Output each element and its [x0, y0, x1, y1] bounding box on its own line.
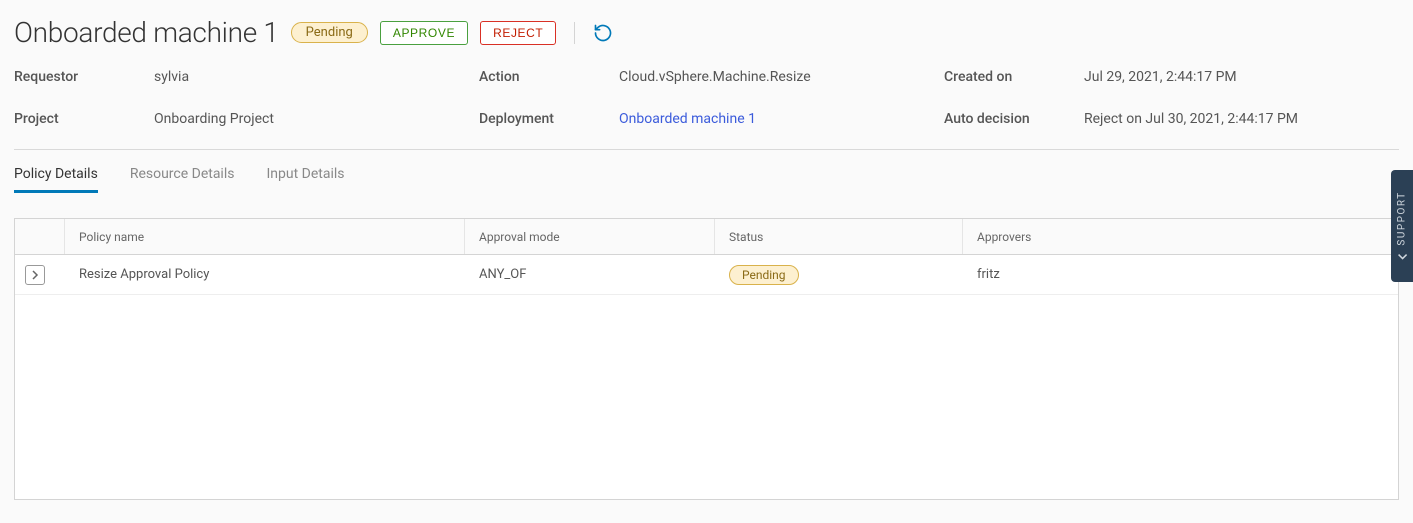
- chevron-right-icon: [30, 270, 40, 280]
- created-value: Jul 29, 2021, 2:44:17 PM: [1084, 69, 1399, 85]
- approve-button[interactable]: APPROVE: [380, 21, 468, 45]
- support-label: SUPPORT: [1397, 191, 1408, 245]
- refresh-icon[interactable]: [593, 23, 613, 43]
- autodecision-label: Auto decision: [944, 111, 1084, 127]
- support-tab[interactable]: SUPPORT: [1391, 170, 1413, 282]
- project-label: Project: [14, 111, 154, 127]
- cell-status-badge: Pending: [729, 265, 799, 285]
- requestor-label: Requestor: [14, 69, 154, 85]
- cell-name: Resize Approval Policy: [65, 267, 465, 282]
- deployment-label: Deployment: [479, 111, 619, 127]
- col-header-approvers[interactable]: Approvers: [963, 219, 1398, 254]
- page-title: Onboarded machine 1: [14, 16, 279, 49]
- horizontal-scrollbar[interactable]: [14, 509, 1399, 523]
- header-row: Onboarded machine 1 Pending APPROVE REJE…: [14, 16, 1399, 49]
- created-label: Created on: [944, 69, 1084, 85]
- action-label: Action: [479, 69, 619, 85]
- table-header: Policy name Approval mode Status Approve…: [15, 219, 1398, 255]
- tabs: Policy Details Resource Details Input De…: [14, 160, 1399, 194]
- col-expand: [15, 219, 65, 254]
- cell-mode: ANY_OF: [465, 267, 715, 282]
- divider: [14, 149, 1399, 150]
- status-badge: Pending: [291, 22, 368, 43]
- cell-approvers: fritz: [963, 267, 1398, 282]
- action-value: Cloud.vSphere.Machine.Resize: [619, 69, 944, 85]
- col-header-mode[interactable]: Approval mode: [465, 219, 715, 254]
- details-grid: Requestor sylvia Action Cloud.vSphere.Ma…: [14, 69, 1399, 127]
- expand-row-button[interactable]: [25, 265, 45, 285]
- policy-table: Policy name Approval mode Status Approve…: [14, 218, 1399, 500]
- chevron-up-icon: [1397, 251, 1407, 261]
- divider: [574, 22, 575, 44]
- tab-policy-details[interactable]: Policy Details: [14, 160, 98, 193]
- reject-button[interactable]: REJECT: [480, 21, 556, 45]
- col-header-name[interactable]: Policy name: [65, 219, 465, 254]
- table-row: Resize Approval Policy ANY_OF Pending fr…: [15, 255, 1398, 295]
- requestor-value: sylvia: [154, 69, 479, 85]
- deployment-link[interactable]: Onboarded machine 1: [619, 111, 944, 127]
- tab-resource-details[interactable]: Resource Details: [130, 160, 235, 193]
- autodecision-value: Reject on Jul 30, 2021, 2:44:17 PM: [1084, 111, 1399, 127]
- col-header-status[interactable]: Status: [715, 219, 963, 254]
- tab-input-details[interactable]: Input Details: [266, 160, 344, 193]
- project-value: Onboarding Project: [154, 111, 479, 127]
